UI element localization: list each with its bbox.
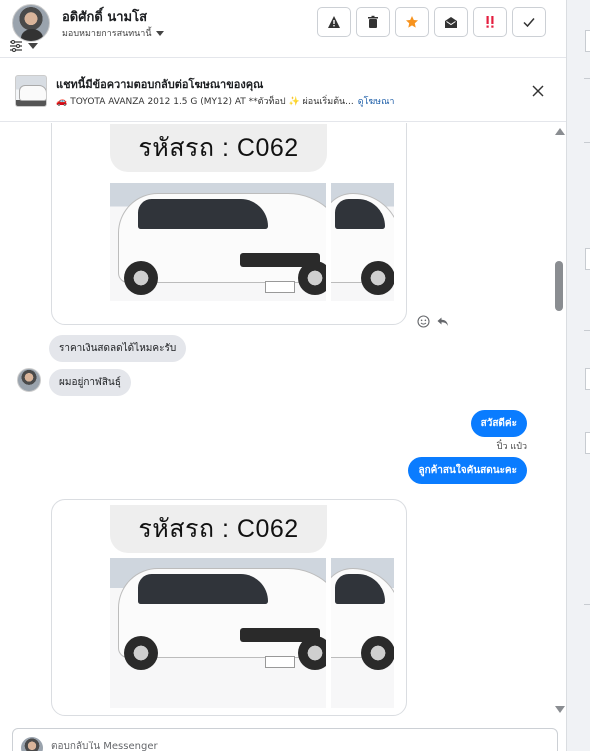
car-code-label: รหัสรถ : C062 [110,505,327,553]
assign-conversation-dropdown[interactable]: มอบหมายการสนทนานี้ [62,26,164,40]
mark-unread-button[interactable] [434,7,468,37]
mark-done-button[interactable] [512,7,546,37]
ad-reply-banner: แชทนี้มีข้อความตอบกลับต่อโฆษณาของคุณ 🚗 TO… [0,59,566,122]
banner-title: แชทนี้มีข้อความตอบกลับต่อโฆษณาของคุณ [56,78,264,91]
car-photo[interactable] [110,183,326,301]
avatar[interactable] [17,368,41,392]
contact-name[interactable]: อดิศักดิ์ นามโส [62,6,147,27]
warning-icon [328,16,340,28]
image-message[interactable]: รหัสรถ : C062 [51,123,407,325]
scroll-down-arrow[interactable] [555,706,565,713]
ad-thumbnail [15,75,47,107]
outgoing-message[interactable]: สวัสดีค่ะ [470,410,527,437]
reply-icon[interactable] [436,315,449,328]
reply-composer[interactable] [12,728,558,751]
car-code-label: รหัสรถ : C062 [110,124,327,172]
car-photo[interactable] [110,558,326,708]
car-photo[interactable] [331,183,394,301]
car-photo[interactable] [331,558,394,708]
avatar [21,737,43,751]
delete-button[interactable] [356,7,390,37]
conversation-panel: อดิศักดิ์ นามโส มอบหมายการสนทนานี้ แชทนี… [0,0,566,751]
assign-label: มอบหมายการสนทนานี้ [62,29,152,39]
reply-input[interactable] [51,741,531,751]
envelope-open-icon [445,17,457,28]
close-icon[interactable] [530,83,546,99]
message-thread[interactable]: รหัสรถ : C062 ราคาเงินสดลดได้ไหมคะรับ ผม… [0,123,566,719]
report-button[interactable] [317,7,351,37]
message-actions [417,315,449,328]
incoming-message[interactable]: ผมอยู่กาฬสินธุ์ [49,369,131,396]
trash-icon [368,15,378,28]
check-icon [523,18,535,28]
scroll-up-arrow[interactable] [555,128,565,135]
spam-button[interactable] [473,7,507,37]
chevron-down-icon[interactable] [28,43,38,49]
scrollbar-thumb[interactable] [555,261,563,311]
outgoing-message[interactable]: ลูกค้าสนใจคันสดนะคะ [408,457,527,484]
car-icon: 🚗 [56,97,68,107]
banner-ad-line: 🚗 TOYOTA AVANZA 2012 1.5 G (MY12) AT **ตั… [56,94,394,108]
image-message[interactable]: รหัสรถ : C062 [51,499,407,716]
seen-by-label: ปิ๋ว แป๋ว [496,442,527,452]
star-icon [406,16,418,28]
right-panel-edge [566,0,590,751]
avatar[interactable] [12,4,50,42]
incoming-message[interactable]: ราคาเงินสดลดได้ไหมคะรับ [49,335,187,362]
conversation-toolbar [317,7,546,37]
emoji-icon[interactable] [417,315,430,328]
chevron-down-icon [155,30,164,36]
filter-icon[interactable] [9,40,23,52]
conversation-header: อดิศักดิ์ นามโส มอบหมายการสนทนานี้ [0,0,566,58]
star-button[interactable] [395,7,429,37]
ad-text: TOYOTA AVANZA 2012 1.5 G (MY12) AT **ตัว… [70,97,354,107]
view-ad-link[interactable]: ดูโฆษณา [358,97,395,107]
spam-icon [486,16,494,28]
